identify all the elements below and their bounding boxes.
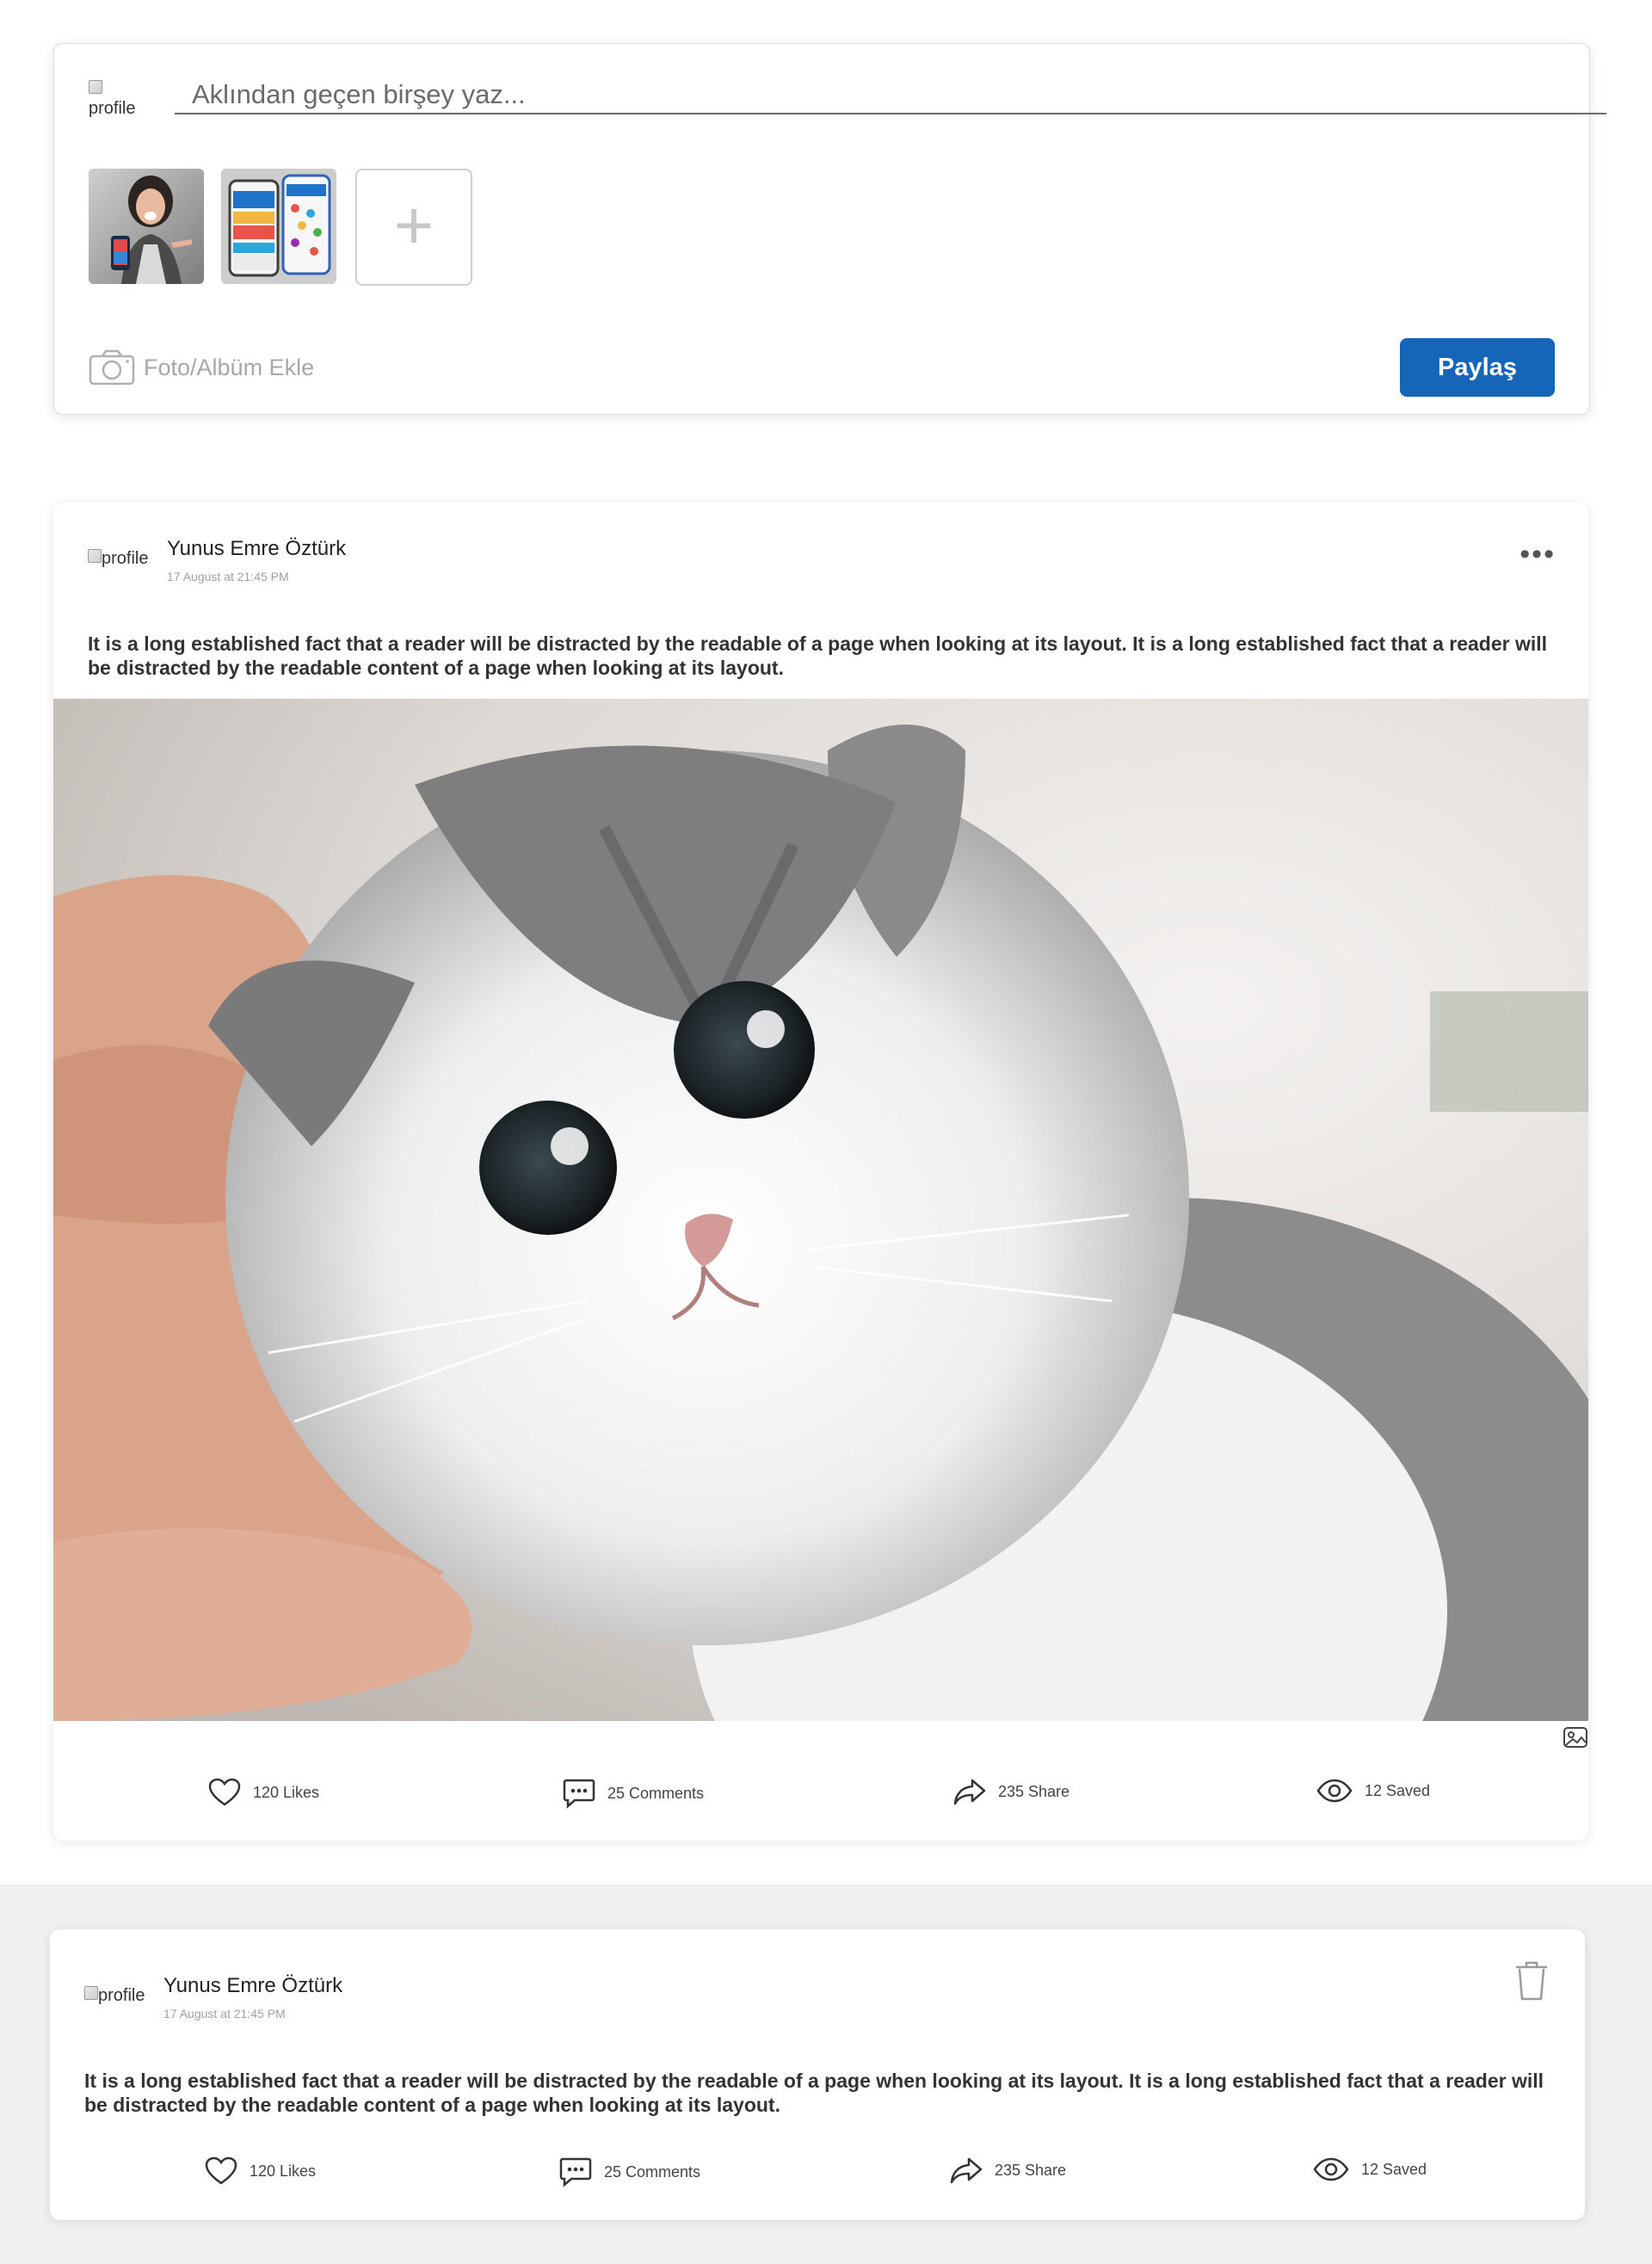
post-author[interactable]: Yunus Emre Öztürk bbox=[167, 537, 346, 561]
like-count: 120 Likes bbox=[250, 2162, 317, 2180]
trash-icon[interactable] bbox=[1513, 1960, 1550, 2002]
avatar[interactable]: profile bbox=[88, 549, 165, 568]
image-icon[interactable] bbox=[1563, 1726, 1588, 1749]
add-photo-album-label: Foto/Albüm Ekle bbox=[144, 354, 315, 380]
saved-count: 12 Saved bbox=[1365, 1781, 1431, 1799]
share-count: 235 Share bbox=[998, 1782, 1070, 1800]
broken-image-icon bbox=[84, 1986, 98, 2000]
post-actions-bar: 120 Likes 25 Comments 235 Share 12 Saved bbox=[53, 1778, 1588, 1829]
comment-count: 25 Comments bbox=[604, 2162, 701, 2181]
heart-icon bbox=[208, 1778, 241, 1806]
post-card: profile Yunus Emre Öztürk 17 August at 2… bbox=[50, 1929, 1585, 2220]
comment-icon bbox=[563, 1779, 595, 1809]
save-button[interactable]: 12 Saved bbox=[1313, 2156, 1427, 2182]
kitten-photo bbox=[53, 699, 1588, 1721]
saved-count: 12 Saved bbox=[1361, 2160, 1427, 2178]
attached-photo-thumbnail[interactable] bbox=[221, 169, 336, 284]
share-arrow-icon bbox=[950, 2157, 983, 2184]
comment-count: 25 Comments bbox=[607, 1784, 705, 1802]
camera-icon bbox=[89, 349, 135, 386]
share-button[interactable]: 235 Share bbox=[953, 1778, 1069, 1805]
share-button[interactable]: 235 Share bbox=[950, 2156, 1066, 2184]
like-button[interactable]: 120 Likes bbox=[205, 2156, 316, 2186]
comment-button[interactable]: 25 Comments bbox=[559, 2156, 700, 2187]
avatar-alt-text: profile bbox=[89, 99, 136, 118]
like-button[interactable]: 120 Likes bbox=[208, 1778, 319, 1807]
comment-icon bbox=[559, 2157, 592, 2187]
attached-photo-thumbnail[interactable] bbox=[89, 169, 204, 284]
avatar[interactable]: profile bbox=[84, 1986, 162, 2005]
share-post-button[interactable]: Paylaş bbox=[1400, 338, 1555, 397]
post-timestamp: 17 August at 21:45 PM bbox=[167, 570, 289, 583]
add-photo-button[interactable]: + bbox=[355, 169, 472, 286]
heart-icon bbox=[205, 2156, 237, 2185]
post-photo[interactable] bbox=[53, 699, 1588, 1721]
comment-button[interactable]: 25 Comments bbox=[563, 1778, 704, 1809]
post-text-input[interactable] bbox=[175, 77, 1606, 114]
add-photo-album-button[interactable]: Foto/Albüm Ekle bbox=[89, 349, 314, 386]
post-body-text: It is a long established fact that a rea… bbox=[84, 2070, 1544, 2116]
plus-icon: + bbox=[393, 187, 435, 263]
eye-icon bbox=[1313, 2157, 1349, 2181]
avatar[interactable]: profile bbox=[89, 80, 149, 118]
save-button[interactable]: 12 Saved bbox=[1316, 1778, 1430, 1804]
post-composer: profile Aklından geçen birşey yaz... + F… bbox=[53, 43, 1606, 415]
share-count: 235 Share bbox=[995, 2161, 1067, 2179]
post-author[interactable]: Yunus Emre Öztürk bbox=[163, 1974, 342, 1998]
avatar-alt-text: profile bbox=[98, 1986, 145, 2005]
photo-app-screens bbox=[221, 169, 336, 284]
like-count: 120 Likes bbox=[253, 1783, 320, 1801]
eye-icon bbox=[1316, 1779, 1353, 1803]
share-arrow-icon bbox=[953, 1779, 986, 1805]
post-actions-bar: 120 Likes 25 Comments 235 Share 12 Saved bbox=[50, 2156, 1585, 2208]
post-card: profile Yunus Emre Öztürk 17 August at 2… bbox=[53, 503, 1588, 1841]
broken-image-icon bbox=[88, 549, 102, 563]
post-body-text: It is a long established fact that a rea… bbox=[88, 632, 1548, 679]
post-timestamp: 17 August at 21:45 PM bbox=[163, 2007, 286, 2020]
photo-woman-with-phone bbox=[89, 169, 204, 284]
more-horizontal-icon[interactable]: ••• bbox=[1519, 540, 1556, 569]
broken-image-icon bbox=[89, 80, 102, 94]
avatar-alt-text: profile bbox=[102, 549, 149, 568]
